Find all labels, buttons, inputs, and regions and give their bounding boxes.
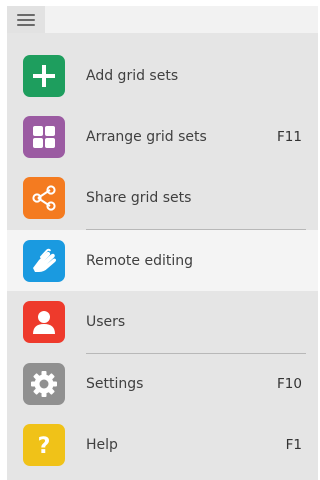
plus-icon	[23, 55, 65, 97]
app-frame: Add grid sets Arrange grid sets F11 Shar…	[0, 0, 318, 480]
hamburger-line	[17, 14, 35, 16]
side-menu: Add grid sets Arrange grid sets F11 Shar…	[7, 6, 318, 480]
hamburger-menu-icon[interactable]	[12, 11, 40, 29]
hamburger-line	[17, 24, 35, 26]
menu-item-help[interactable]: ? Help F1	[7, 415, 318, 476]
menu-item-label: Settings	[86, 376, 144, 392]
menu-item-label: Share grid sets	[86, 190, 192, 206]
menu-item-label: Users	[86, 314, 126, 330]
share-icon	[23, 177, 65, 219]
menu-item-users[interactable]: Users	[7, 292, 318, 353]
menu-item-label: Help	[86, 437, 118, 453]
menu-item-shortcut: F10	[277, 376, 302, 392]
hand-icon	[23, 240, 65, 282]
svg-text:?: ?	[38, 434, 51, 458]
menu-item-settings[interactable]: Settings F10	[7, 354, 318, 415]
menu-item-remote-editing[interactable]: Remote editing	[7, 230, 318, 291]
menu-item-label: Add grid sets	[86, 68, 179, 84]
menu-item-label: Arrange grid sets	[86, 129, 207, 145]
hamburger-line	[17, 19, 35, 21]
grid-icon	[23, 116, 65, 158]
menu-topbar	[7, 6, 318, 33]
topbar-strip	[45, 6, 318, 33]
gear-icon	[23, 363, 65, 405]
menu-item-label: Remote editing	[86, 253, 193, 269]
question-icon: ?	[23, 424, 65, 466]
menu-item-shortcut: F11	[277, 129, 302, 145]
menu-item-add-grid-sets[interactable]: Add grid sets	[7, 46, 318, 107]
menu-item-arrange-grid-sets[interactable]: Arrange grid sets F11	[7, 107, 318, 168]
menu-item-share-grid-sets[interactable]: Share grid sets	[7, 168, 318, 229]
menu-item-shortcut: F1	[285, 437, 302, 453]
user-icon	[23, 301, 65, 343]
